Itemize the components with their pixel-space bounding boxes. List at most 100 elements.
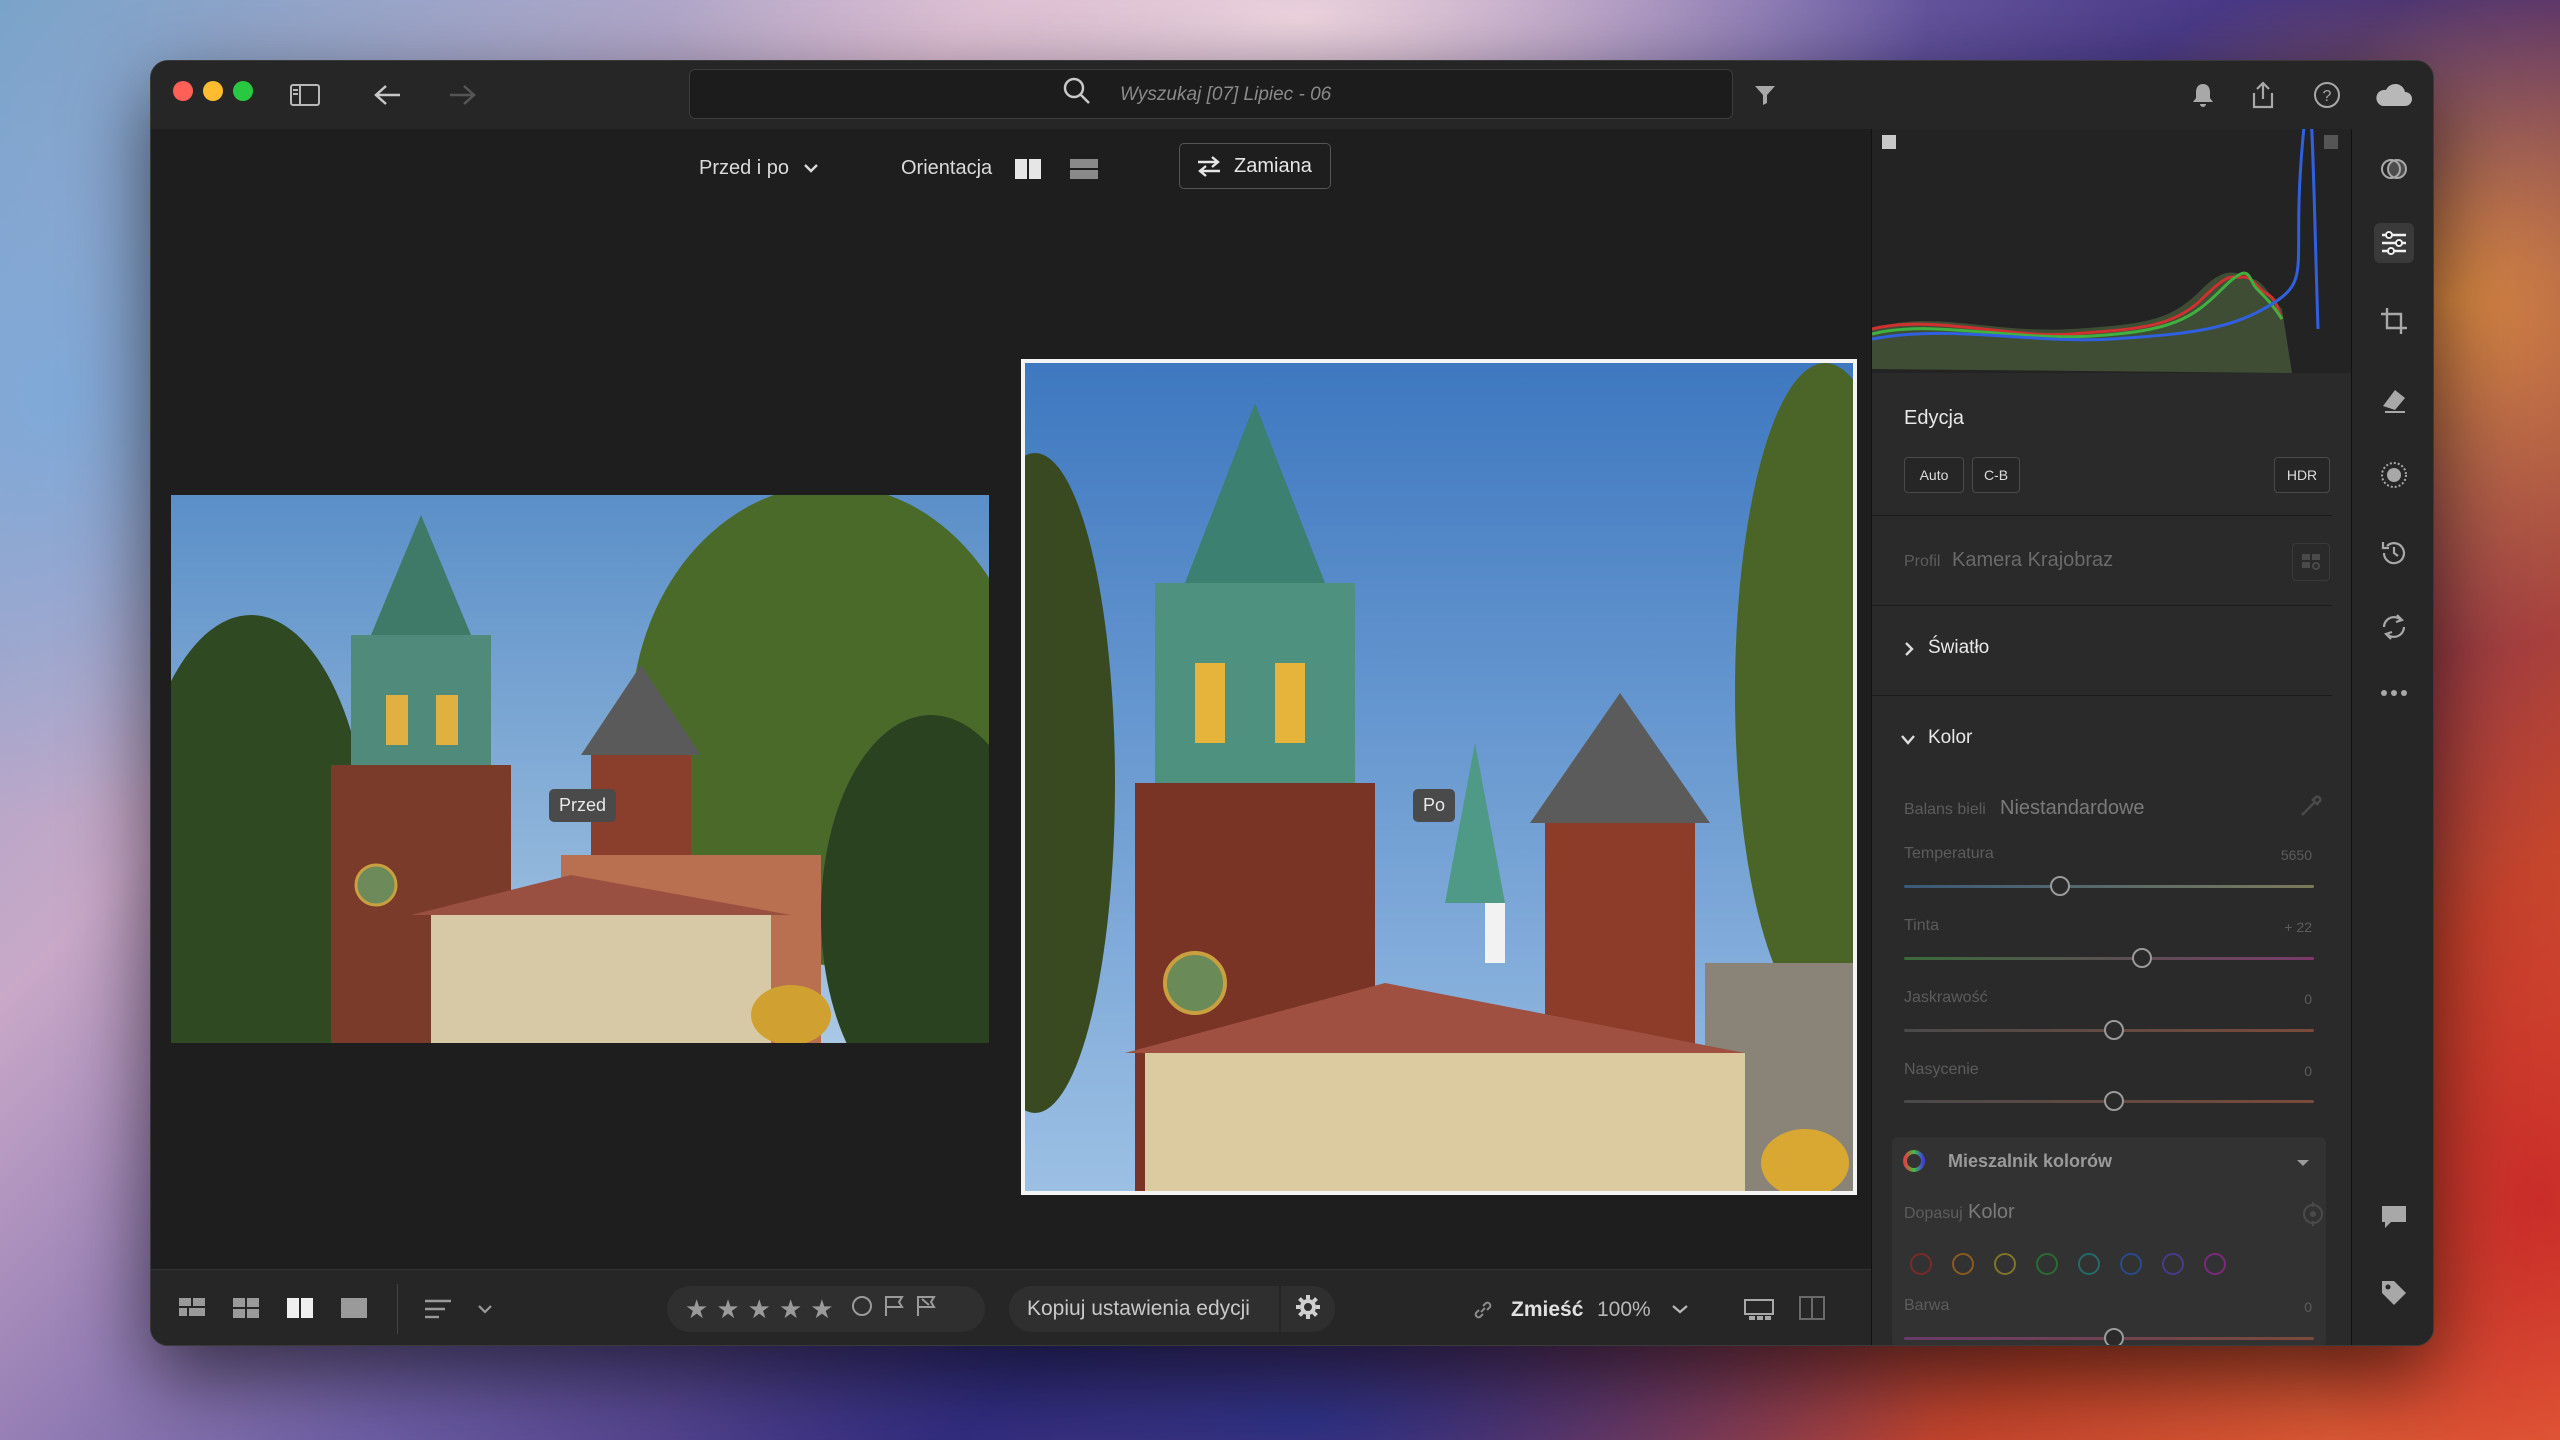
tint-value[interactable]: + 22 [2272,919,2312,935]
tint-slider-track[interactable] [1904,957,2314,960]
star-icon[interactable]: ★ [779,1294,802,1325]
saturation-slider-knob[interactable] [2104,1091,2124,1111]
help-icon[interactable]: ? [2311,79,2343,111]
masking-icon[interactable] [2374,455,2414,495]
aqua-swatch[interactable] [2078,1253,2100,1275]
pick-flag-icon[interactable] [882,1294,906,1325]
tint-slider-knob[interactable] [2132,948,2152,968]
edit-sliders-icon[interactable] [2374,223,2414,263]
notifications-bell-icon[interactable] [2187,79,2219,111]
green-swatch[interactable] [2036,1253,2058,1275]
profile-value[interactable]: Kamera Krajobraz [1952,549,2113,572]
sort-icon[interactable] [423,1296,453,1327]
sidebar-toggle-icon[interactable] [289,79,321,111]
color-mixer-title[interactable]: Mieszalnik kolorów [1948,1151,2112,1172]
before-caption: Przed [549,789,617,822]
history-icon[interactable] [2374,533,2414,573]
chevron-down-icon[interactable] [477,1302,493,1320]
title-bar: Wyszukaj [07] Lipiec - 06 ? [151,61,2433,129]
bottom-toolbar: ★ ★ ★ ★ ★ Kopiuj ustawienia edycji Zmieś… [151,1269,1871,1345]
square-grid-view-icon[interactable] [177,1294,207,1327]
profile-browser-icon[interactable] [2292,543,2330,581]
yellow-swatch[interactable] [1994,1253,2016,1275]
filter-icon[interactable] [1749,79,1781,111]
comments-icon[interactable] [2374,1197,2414,1237]
top-bottom-icon[interactable] [1069,157,1099,186]
temperature-slider-track[interactable] [1904,885,2314,888]
copy-settings-options-button[interactable] [1281,1286,1335,1332]
forward-arrow-icon[interactable] [447,79,479,111]
divider [397,1284,398,1334]
back-arrow-icon[interactable] [371,79,403,111]
orientation-label: Orientacja [901,157,993,179]
copy-edit-settings-button[interactable]: Kopiuj ustawienia edycji [1009,1286,1279,1332]
link-icon[interactable] [1471,1298,1495,1327]
side-by-side-icon[interactable] [1013,157,1043,186]
magenta-swatch[interactable] [2204,1253,2226,1275]
versions-icon[interactable] [2374,607,2414,647]
temperature-value[interactable]: 5650 [2272,847,2312,863]
temperature-label: Temperatura [1904,845,1994,862]
filmstrip-icon[interactable] [1743,1294,1775,1327]
eyedropper-icon[interactable] [2298,793,2324,824]
tool-strip [2351,129,2433,1345]
reject-flag-icon[interactable] [914,1294,938,1325]
star-icon[interactable]: ★ [685,1294,708,1325]
unflag-circle-icon[interactable] [850,1294,874,1325]
grid-view-icon[interactable] [231,1294,261,1327]
compare-view-icon[interactable] [285,1294,315,1327]
saturation-value[interactable]: 0 [2272,1063,2312,1079]
chevron-right-icon[interactable] [1902,641,1916,662]
keywords-tag-icon[interactable] [2374,1273,2414,1313]
target-adjust-icon[interactable] [2300,1201,2326,1232]
view-mode-label: Przed i po [699,157,790,179]
cloud-sync-icon[interactable] [2373,79,2413,111]
before-photo[interactable] [171,495,989,1043]
chevron-down-icon[interactable] [1671,1302,1689,1320]
hue-value[interactable]: 0 [2272,1299,2312,1315]
split-compare-icon[interactable] [1797,1294,1827,1327]
crop-icon[interactable] [2374,301,2414,341]
star-icon[interactable]: ★ [810,1294,833,1325]
fit-label[interactable]: Zmieść [1511,1298,1583,1322]
orange-swatch[interactable] [1952,1253,1974,1275]
profile-label: Profil [1904,553,1941,570]
vibrance-value[interactable]: 0 [2272,991,2312,1007]
search-field[interactable]: Wyszukaj [07] Lipiec - 06 [689,69,1733,119]
chevron-down-icon[interactable] [1900,733,1916,752]
app-window: Wyszukaj [07] Lipiec - 06 ? Przed i po O… [150,60,2434,1346]
zoom-value[interactable]: 100% [1597,1298,1651,1322]
star-icon[interactable]: ★ [716,1294,739,1325]
purple-swatch[interactable] [2162,1253,2184,1275]
swap-arrows-icon [1194,154,1224,184]
blue-swatch[interactable] [2120,1253,2142,1275]
presets-icon[interactable] [2374,149,2414,189]
hue-label: Barwa [1904,1297,1950,1314]
share-icon[interactable] [2247,79,2279,111]
histogram [1871,97,2352,373]
light-section-title[interactable]: Światło [1928,637,1989,659]
color-section-title[interactable]: Kolor [1928,727,1972,749]
swap-button[interactable]: Zamiana [1179,143,1331,189]
single-view-icon[interactable] [339,1294,369,1327]
adjust-value[interactable]: Kolor [1968,1201,2015,1224]
temperature-slider-knob[interactable] [2050,876,2070,896]
minimize-window-button[interactable] [203,81,223,101]
after-photo[interactable] [1021,359,1857,1195]
close-window-button[interactable] [173,81,193,101]
view-mode-dropdown[interactable]: Przed i po [699,157,819,180]
hdr-button[interactable]: HDR [2274,457,2330,493]
dropdown-caret-icon[interactable] [2296,1155,2310,1173]
healing-brush-icon[interactable] [2374,379,2414,419]
more-options-icon[interactable] [2374,673,2414,713]
rating-flag-group: ★ ★ ★ ★ ★ [667,1286,985,1332]
star-icon[interactable]: ★ [748,1294,771,1325]
maximize-window-button[interactable] [233,81,253,101]
vibrance-slider-knob[interactable] [2104,1020,2124,1040]
red-swatch[interactable] [1910,1253,1932,1275]
swap-label: Zamiana [1234,154,1312,177]
hue-slider-knob[interactable] [2104,1328,2124,1345]
white-balance-value[interactable]: Niestandardowe [2000,797,2145,820]
black-white-button[interactable]: C-B [1972,457,2020,493]
auto-button[interactable]: Auto [1904,457,1964,493]
